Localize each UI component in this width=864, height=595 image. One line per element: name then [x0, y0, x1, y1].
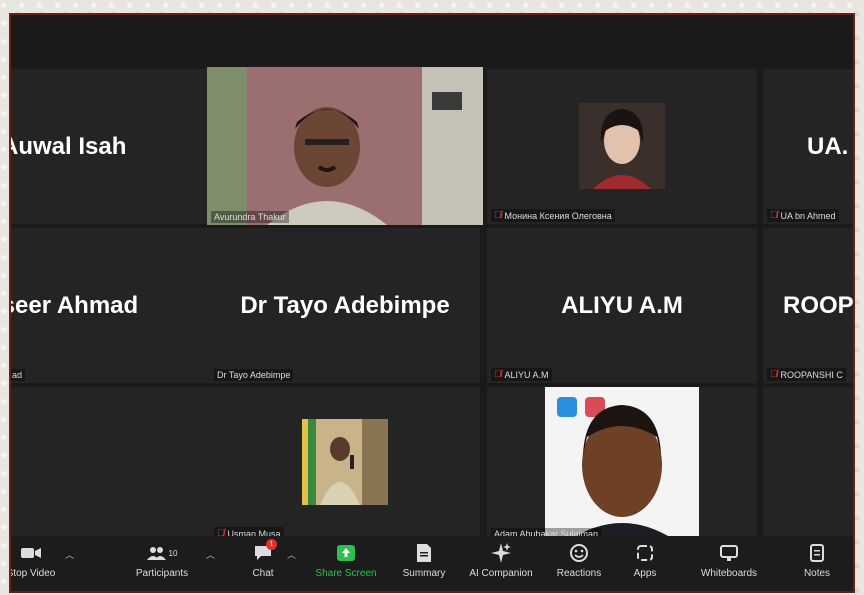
reactions-label: Reactions: [556, 568, 602, 579]
chat-options-chevron-icon[interactable]: ︿: [287, 548, 296, 561]
participant-name-large: UA.: [807, 132, 849, 160]
participant-label: 🎙̸ UA bn Ahmed: [767, 209, 839, 222]
participant-tile-active-speaker[interactable]: Avurundra Thakur: [207, 67, 483, 225]
whiteboard-icon: [720, 545, 738, 561]
video-camera-icon: [21, 548, 41, 558]
participants-options-chevron-icon[interactable]: ︿: [206, 548, 215, 561]
participant-tile[interactable]: [763, 387, 853, 542]
participant-tile[interactable]: ALIYU A.M 🎙̸ ALIYU A.M: [487, 228, 757, 383]
apps-label: Apps: [633, 568, 657, 579]
participant-label: 🎙̸ ALIYU A.M: [491, 368, 552, 381]
chat-label: Chat: [252, 568, 274, 579]
summary-button[interactable]: Summary: [394, 542, 454, 579]
participant-name-large: Auwal Isah: [9, 132, 127, 160]
share-screen-button[interactable]: Share Screen: [311, 542, 381, 579]
profile-photo: [302, 419, 388, 505]
summary-document-icon: [417, 544, 431, 562]
participant-name-large: Naseer Ahmad: [11, 291, 139, 319]
summary-label: Summary: [402, 568, 446, 579]
apps-icon: [637, 545, 653, 561]
share-screen-label: Share Screen: [315, 568, 377, 579]
participant-tile[interactable]: ROOP 🎙̸ ROOPANSHI C: [763, 228, 854, 383]
mic-muted-icon: 🎙̸: [770, 210, 778, 221]
participant-tile[interactable]: UA. 🎙̸ UA bn Ahmed: [763, 69, 853, 224]
whiteboards-button[interactable]: Whiteboards: [693, 542, 765, 579]
ai-companion-button[interactable]: AI Companion: [463, 542, 539, 579]
top-bar: [11, 15, 853, 67]
participants-label: Participants: [135, 568, 189, 579]
participant-name-large: Dr Tayo Adebimpe: [240, 291, 450, 319]
profile-photo: [579, 103, 665, 189]
stop-video-button[interactable]: Stop Video: [9, 542, 61, 579]
video-feed: [207, 67, 483, 225]
sparkle-icon: [491, 543, 511, 563]
participant-name: Dr Tayo Adebimpe: [217, 370, 291, 380]
notes-button[interactable]: Notes: [797, 542, 837, 579]
ai-companion-label: AI Companion: [469, 568, 533, 579]
mic-muted-icon: 🎙̸: [494, 210, 502, 221]
participant-name-large: ALIYU A.M: [561, 291, 683, 319]
chat-button[interactable]: 1 Chat: [243, 539, 283, 579]
participants-button[interactable]: 10 Participants: [129, 542, 195, 579]
participant-tile[interactable]: [11, 387, 214, 542]
whiteboards-label: Whiteboards: [700, 568, 758, 579]
participant-tile[interactable]: 🎙̸ Usman Musa: [210, 387, 480, 542]
participant-name: Монина Ксения Олеговна: [504, 210, 612, 221]
participant-label: 🎙̸ ROOPANSHI C: [767, 368, 846, 381]
participant-name: ROOPANSHI C: [780, 369, 843, 380]
meeting-toolbar: Stop Video ︿ 10 Participants ︿ 1 Chat ︿ …: [11, 536, 853, 591]
participant-name: UA bn Ahmed: [780, 210, 836, 221]
participant-label: Dr Tayo Adebimpe: [214, 369, 294, 381]
video-options-chevron-icon[interactable]: ︿: [65, 548, 74, 561]
participant-tile-auwal-isah[interactable]: Auwal Isah: [9, 69, 214, 224]
participant-tile[interactable]: Dr Tayo Adebimpe Dr Tayo Adebimpe: [210, 228, 480, 383]
emoji-smile-icon: [570, 544, 588, 562]
participant-name: ALIYU A.M: [504, 369, 549, 380]
participant-label: 🎙̸ Монина Ксения Олеговна: [491, 209, 615, 222]
profile-photo: [545, 387, 699, 542]
participant-name: Avurundra Thakur: [214, 212, 286, 222]
notes-icon: [810, 544, 824, 562]
participant-label: ad: [11, 369, 26, 381]
reactions-button[interactable]: Reactions: [551, 542, 607, 579]
mic-muted-icon: 🎙̸: [770, 369, 778, 380]
mic-muted-icon: 🎙̸: [494, 369, 502, 380]
participants-icon: [146, 547, 166, 560]
stop-video-label: Stop Video: [9, 568, 56, 579]
participant-tile[interactable]: Adam Abubakar Sulaiman: [487, 387, 757, 542]
meeting-window: Auwal Isah Avurundra Thakur 🎙̸ Монина Кс…: [9, 13, 855, 593]
participant-tile[interactable]: Naseer Ahmad ad: [11, 228, 214, 383]
share-screen-icon: [337, 545, 355, 561]
chat-unread-badge: 1: [266, 539, 277, 550]
apps-button[interactable]: Apps: [625, 542, 665, 579]
participant-tile[interactable]: 🎙̸ Монина Ксения Олеговна: [487, 69, 757, 224]
participant-label: Avurundra Thakur: [211, 211, 289, 223]
participant-name: ad: [12, 370, 23, 380]
notes-label: Notes: [803, 568, 831, 579]
participant-name-large: ROOP: [783, 291, 854, 319]
participants-count: 10: [168, 548, 178, 558]
